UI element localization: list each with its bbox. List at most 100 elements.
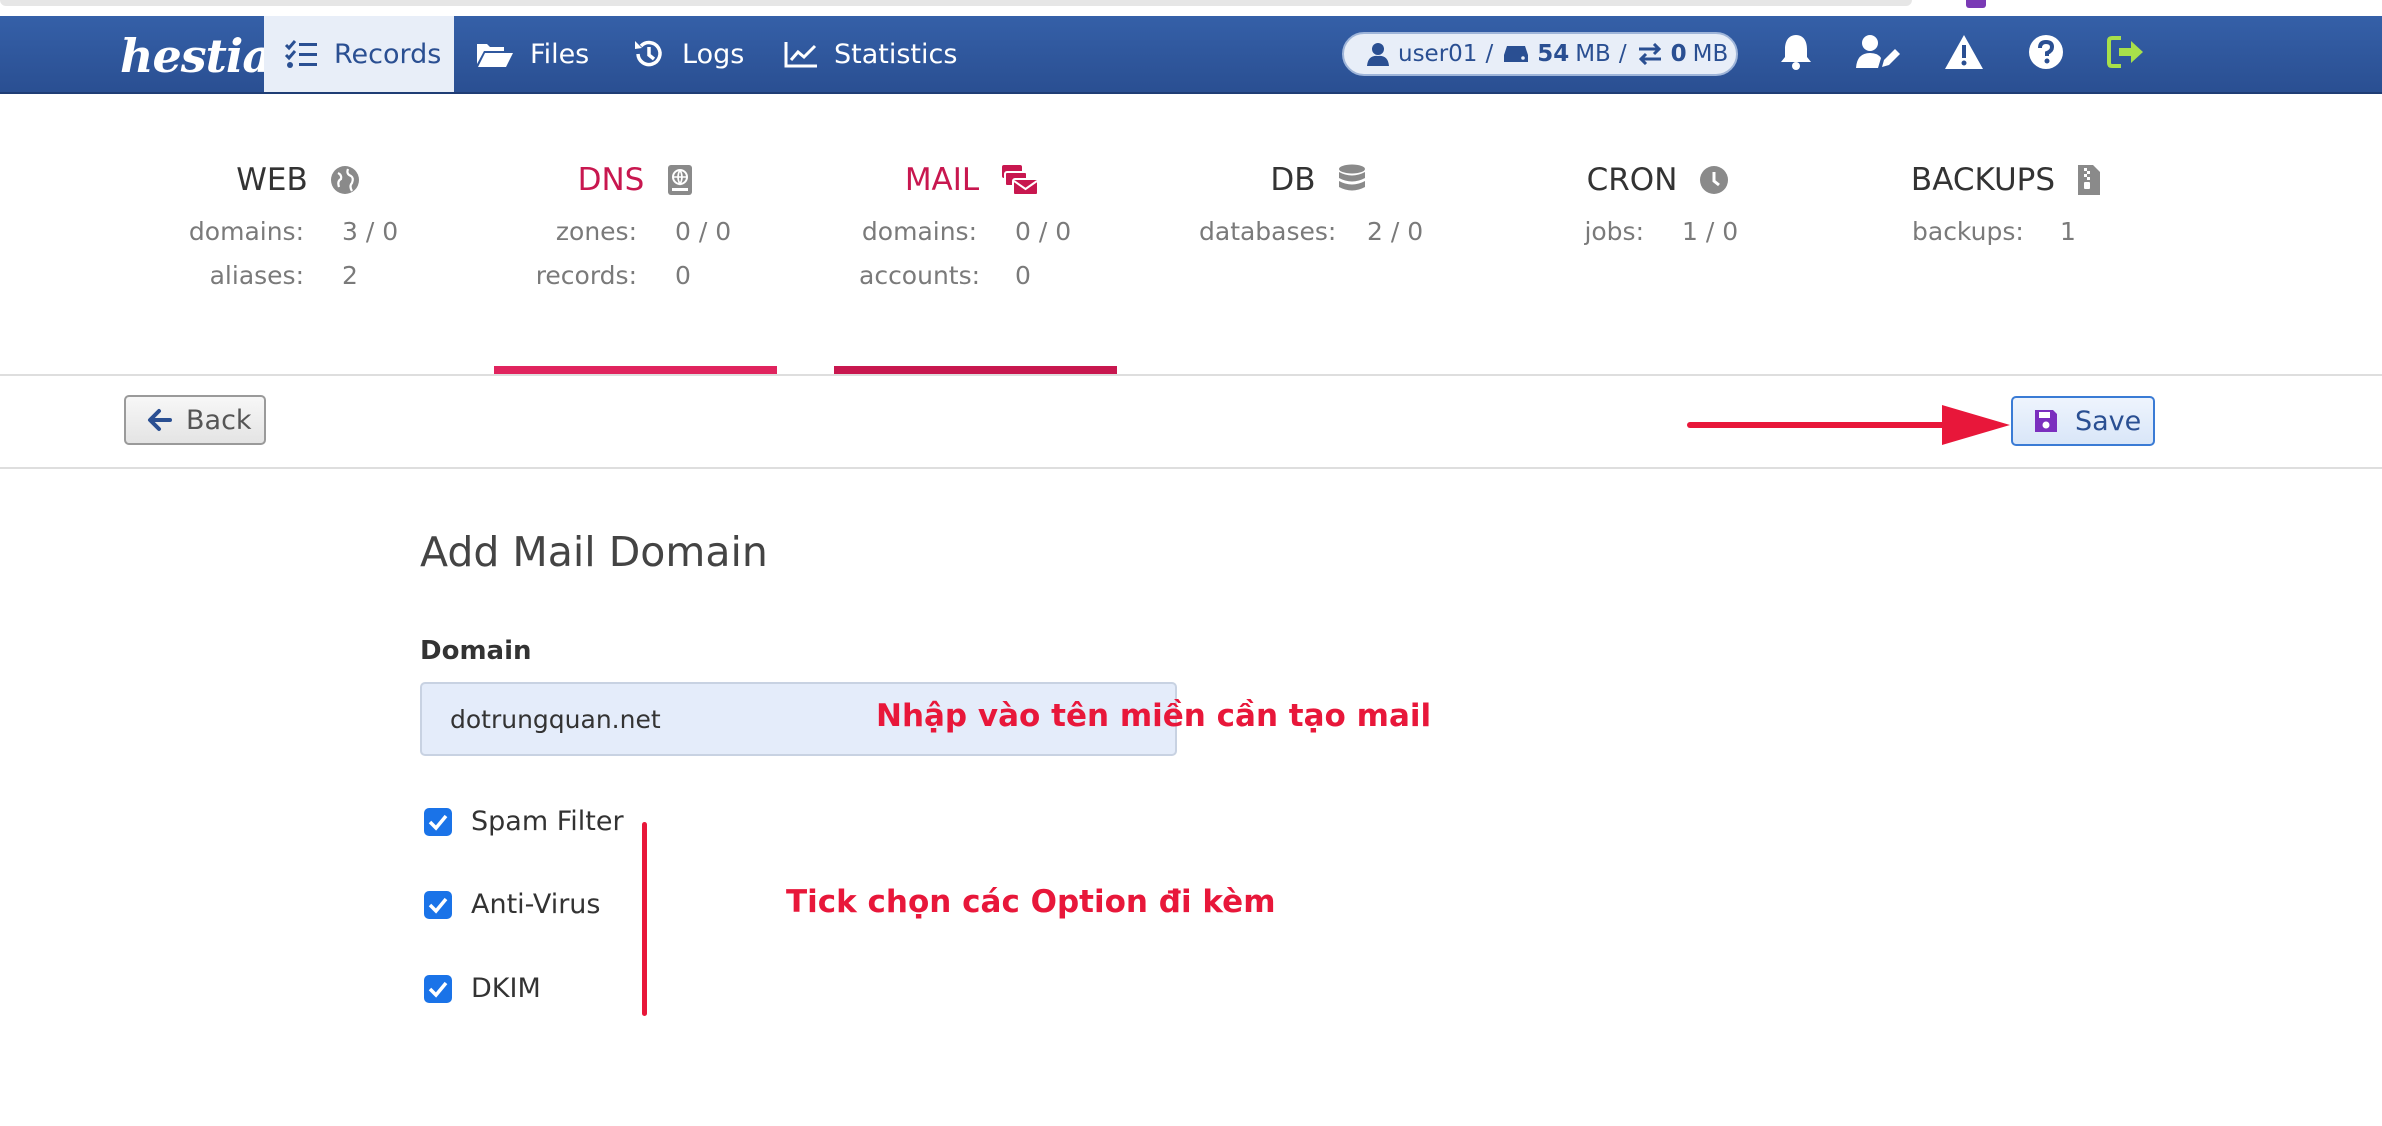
dkim-checkbox[interactable] — [424, 975, 452, 1003]
stat-dns[interactable]: DNS zones: 0 / 0 records: 0 — [486, 150, 786, 298]
arrow-left-icon — [148, 409, 172, 431]
stat-mail[interactable]: MAIL domains: 0 / 0 accounts: 0 — [822, 150, 1122, 298]
stat-label: jobs: — [1584, 217, 1644, 246]
stats-divider — [0, 374, 2382, 376]
stat-label: records: — [535, 261, 637, 290]
tab-indicator-dns — [494, 366, 777, 374]
nav-files[interactable]: Files — [476, 16, 589, 92]
save-button[interactable]: Save — [2011, 396, 2155, 446]
notices-button[interactable] — [1942, 30, 1986, 74]
stat-label: domains: — [188, 217, 304, 246]
stat-backups[interactable]: BACKUPS backups: 1 — [1856, 150, 2156, 254]
address-bar-edge — [0, 0, 1912, 6]
hestia-logo[interactable]: hestia — [120, 28, 272, 84]
stat-web[interactable]: WEB domains: 3 / 0 aliases: 2 — [148, 150, 448, 298]
stat-row: domains: 3 / 0 — [148, 210, 448, 254]
stat-label: accounts: — [859, 261, 981, 290]
stat-row: accounts: 0 — [822, 254, 1122, 298]
file-archive-icon — [2078, 165, 2101, 195]
history-icon — [635, 40, 662, 67]
stat-value: 0 — [675, 261, 691, 290]
list-check-icon — [284, 40, 317, 68]
nav-records-label: Records — [334, 38, 442, 70]
nav-files-label: Files — [530, 38, 590, 70]
stat-mail-title-text: MAIL — [904, 162, 980, 198]
stat-db-title-text: DB — [1270, 162, 1316, 198]
page-title: Add Mail Domain — [420, 528, 768, 576]
logout-icon — [2107, 36, 2143, 68]
stat-backups-title-text: BACKUPS — [1910, 162, 2056, 198]
mail-bulk-icon — [1002, 165, 1040, 196]
edit-user-button[interactable] — [1856, 30, 1900, 74]
stat-row: jobs: 1 / 0 — [1508, 210, 1808, 254]
usage-username: user01 — [1398, 41, 1478, 67]
stat-cron-title: CRON — [1508, 150, 1808, 210]
dkim-label[interactable]: DKIM — [471, 973, 541, 1004]
stat-label: zones: — [555, 217, 637, 246]
annotation-domain-hint: Nhập vào tên miền cần tạo mail — [876, 698, 1432, 734]
stat-dns-title-text: DNS — [577, 162, 645, 198]
toolbar-divider — [0, 467, 2382, 469]
bandwidth-unit: MB — [1692, 41, 1729, 67]
stat-label: domains: — [861, 217, 977, 246]
stat-value: 3 / 0 — [342, 217, 399, 246]
help-icon — [2029, 35, 2063, 69]
stat-row: records: 0 — [486, 254, 786, 298]
stat-row: databases: 2 / 0 — [1168, 210, 1468, 254]
nav-logs[interactable]: Logs — [632, 16, 744, 92]
help-button[interactable] — [2024, 30, 2068, 74]
spam-filter-checkbox[interactable] — [424, 808, 452, 836]
account-usage-pill[interactable]: user01 / 54 MB / 0 MB — [1342, 32, 1738, 76]
stat-value: 1 — [2060, 217, 2076, 246]
annotation-options-hint: Tick chọn các Option đi kèm — [786, 884, 1276, 920]
checkmark-icon — [428, 981, 448, 998]
stat-mail-title: MAIL — [822, 150, 1122, 210]
stat-db[interactable]: DB databases: 2 / 0 — [1168, 150, 1468, 254]
save-icon — [2035, 410, 2057, 432]
folder-open-icon — [477, 44, 513, 67]
nav-logs-label: Logs — [682, 38, 745, 70]
stat-db-title: DB — [1168, 150, 1468, 210]
warning-icon — [1945, 35, 1983, 69]
stat-label: databases: — [1199, 217, 1337, 246]
spam-filter-label[interactable]: Spam Filter — [471, 806, 624, 837]
anti-virus-checkbox[interactable] — [424, 891, 452, 919]
user-icon — [1367, 43, 1389, 66]
extension-icon[interactable] — [1966, 0, 1986, 8]
bandwidth-value: 0 — [1670, 41, 1687, 67]
notifications-button[interactable] — [1774, 30, 1818, 74]
annotation-arrow — [1687, 405, 2010, 445]
back-button-label: Back — [186, 404, 252, 436]
usage-separator: / — [1618, 41, 1627, 67]
chart-line-icon — [784, 42, 817, 68]
disk-usage-value: 54 — [1537, 41, 1570, 67]
stat-backups-title: BACKUPS — [1856, 150, 2156, 210]
clock-icon — [1700, 166, 1729, 194]
exchange-icon — [1638, 43, 1661, 65]
stat-row: domains: 0 / 0 — [822, 210, 1122, 254]
save-button-label: Save — [2075, 405, 2142, 437]
address-book-icon — [668, 165, 693, 195]
database-icon — [1338, 164, 1365, 191]
nav-statistics-label: Statistics — [834, 38, 958, 70]
stat-cron[interactable]: CRON jobs: 1 / 0 — [1508, 150, 1808, 254]
stat-label: aliases: — [209, 261, 304, 290]
nav-statistics[interactable]: Statistics — [784, 16, 957, 92]
stat-web-title-text: WEB — [236, 162, 308, 198]
browser-top-strip — [0, 0, 2382, 16]
logout-button[interactable] — [2104, 30, 2148, 74]
globe-icon — [330, 166, 359, 194]
anti-virus-label[interactable]: Anti-Virus — [471, 889, 601, 920]
stat-web-title: WEB — [148, 150, 448, 210]
tab-indicator-mail — [834, 366, 1117, 374]
stat-row: zones: 0 / 0 — [486, 210, 786, 254]
stat-value: 2 / 0 — [1367, 217, 1424, 246]
stat-value: 1 / 0 — [1682, 217, 1739, 246]
user-edit-icon — [1856, 35, 1900, 68]
stat-row: aliases: 2 — [148, 254, 448, 298]
hdd-icon — [1504, 46, 1529, 62]
stat-value: 2 — [342, 261, 358, 290]
stat-row: backups: 1 — [1856, 210, 2156, 254]
back-button[interactable]: Back — [124, 395, 266, 445]
nav-records[interactable]: Records — [264, 16, 454, 92]
